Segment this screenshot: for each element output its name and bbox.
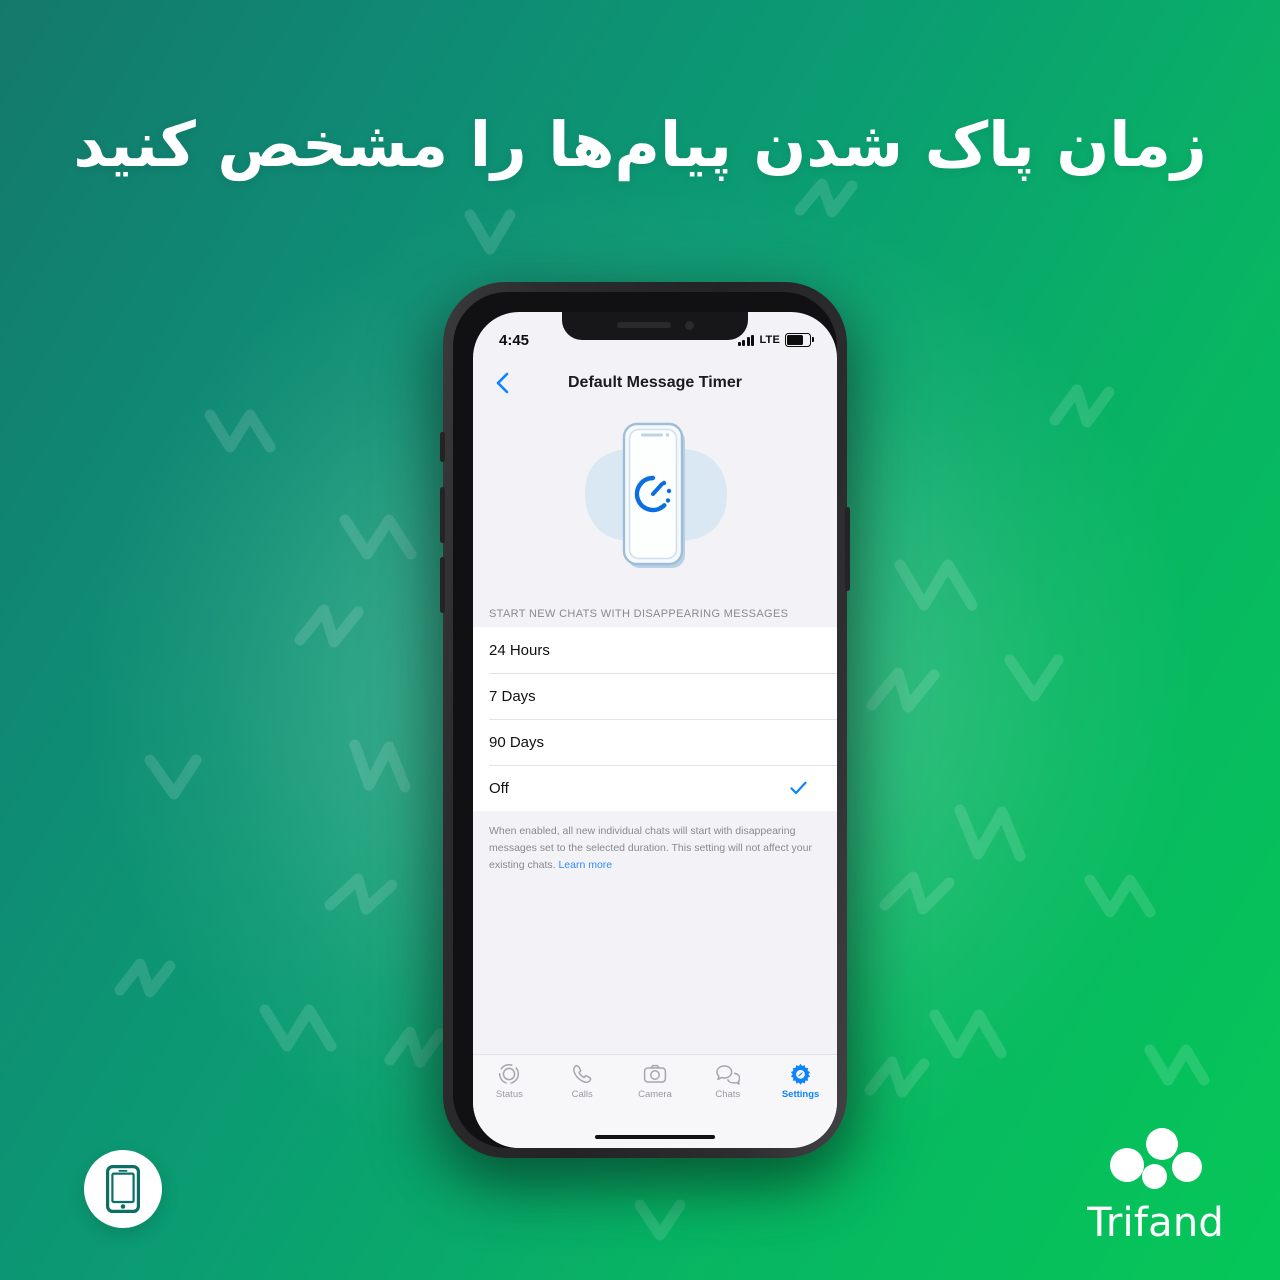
checkmark-icon: [789, 779, 807, 797]
screen-title: Default Message Timer: [568, 374, 742, 391]
status-rings-icon: [498, 1062, 520, 1086]
network-type-label: LTE: [759, 334, 780, 346]
chevron-left-icon: [496, 372, 509, 394]
tab-label: Calls: [571, 1089, 593, 1100]
phone-mute-switch: [440, 432, 445, 462]
option-label: 90 Days: [489, 733, 545, 751]
page-title: زمان پاک شدن پیام‌ها را مشخص کنید: [73, 108, 1207, 181]
camera-icon: [643, 1062, 667, 1086]
tab-calls[interactable]: Calls: [551, 1062, 613, 1100]
navigation-bar: Default Message Timer: [473, 360, 837, 406]
status-bar-time: 4:45: [499, 331, 530, 349]
footnote-text: When enabled, all new individual chats w…: [489, 825, 812, 871]
phone-handset-icon: [571, 1062, 593, 1086]
tab-chats[interactable]: Chats: [697, 1062, 759, 1100]
gear-icon: [789, 1062, 812, 1086]
tab-label: Status: [495, 1089, 523, 1100]
option-row-off[interactable]: Off: [473, 765, 837, 811]
battery-icon: [785, 333, 814, 347]
option-row-24-hours[interactable]: 24 Hours: [473, 627, 837, 673]
trifand-dots-logo: [1109, 1128, 1202, 1194]
tab-label: Chats: [715, 1089, 741, 1100]
phone-volume-down-button: [440, 557, 445, 613]
option-row-90-days[interactable]: 90 Days: [473, 719, 837, 765]
poster-canvas: زمان پاک شدن پیام‌ها را مشخص کنید 4:45 L…: [0, 0, 1280, 1280]
section-header: START NEW CHATS WITH DISAPPEARING MESSAG…: [473, 594, 837, 627]
option-row-7-days[interactable]: 7 Days: [473, 673, 837, 719]
tab-bar: Status Calls Camera Chats Settings: [473, 1054, 837, 1126]
smartphone-icon: [106, 1165, 140, 1213]
phone-volume-up-button: [440, 487, 445, 543]
tab-settings[interactable]: Settings: [770, 1062, 832, 1100]
chat-bubbles-icon: [715, 1062, 741, 1086]
home-indicator: [473, 1126, 837, 1148]
hero-illustration: [473, 406, 837, 594]
tab-camera[interactable]: Camera: [624, 1062, 686, 1100]
timer-options-list: 24 Hours 7 Days 90 Days Off: [473, 627, 837, 811]
back-button[interactable]: [489, 370, 515, 396]
phone-bezel: 4:45 LTE Default Message Timer START NEW…: [453, 292, 837, 1148]
phone-power-button: [845, 507, 850, 591]
content-spacer: [473, 874, 837, 1054]
option-label: 7 Days: [489, 687, 536, 705]
tab-status[interactable]: Status: [478, 1062, 540, 1100]
phone-mockup: 4:45 LTE Default Message Timer START NEW…: [440, 282, 850, 1158]
tab-label: Camera: [638, 1089, 672, 1100]
section-footnote: When enabled, all new individual chats w…: [473, 811, 837, 874]
phone-screen: 4:45 LTE Default Message Timer START NEW…: [473, 312, 837, 1148]
app-badge: [84, 1150, 162, 1228]
learn-more-link[interactable]: Learn more: [558, 859, 612, 871]
status-bar: 4:45 LTE: [473, 312, 837, 360]
phone-timer-illustration: [585, 422, 727, 568]
option-label: 24 Hours: [489, 641, 550, 659]
signal-bars-icon: [737, 334, 755, 346]
tab-label: Settings: [781, 1089, 820, 1100]
brand-lockup: Trifand: [1087, 1128, 1224, 1246]
option-label: Off: [489, 779, 509, 797]
brand-name: Trifand: [1087, 1200, 1224, 1246]
